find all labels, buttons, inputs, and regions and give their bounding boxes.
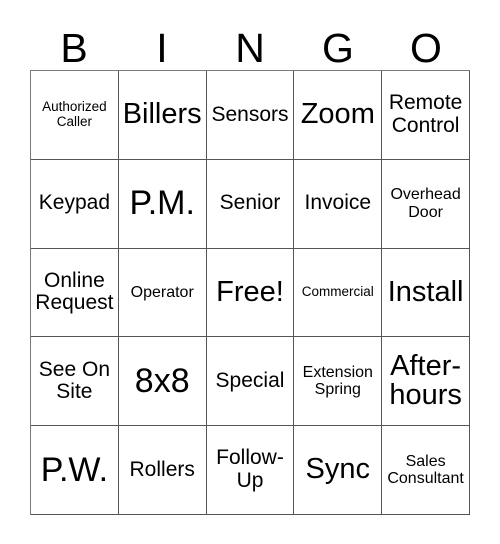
- bingo-cell[interactable]: 8x8: [118, 337, 207, 427]
- bingo-cell[interactable]: See On Site: [31, 337, 119, 427]
- bingo-cell-label: P.W.: [40, 450, 109, 489]
- bingo-cell[interactable]: Sensors: [206, 71, 295, 160]
- bingo-cell[interactable]: Extension Spring: [294, 337, 383, 427]
- bingo-cell[interactable]: Install: [382, 248, 470, 338]
- bingo-cell[interactable]: After-hours: [382, 337, 470, 427]
- bingo-cell[interactable]: P.M.: [118, 159, 207, 249]
- bingo-cell[interactable]: Commercial: [294, 248, 383, 338]
- bingo-cell-label: Follow-Up: [216, 446, 284, 493]
- bingo-cell-label: Rollers: [129, 457, 195, 481]
- bingo-cell-label: See On Site: [38, 357, 110, 404]
- bingo-cell-label: Zoom: [300, 98, 375, 131]
- bingo-header-letter-g: G: [322, 25, 354, 71]
- bingo-cell[interactable]: Follow-Up: [206, 426, 295, 515]
- bingo-cell-label: Online Request: [35, 268, 114, 315]
- bingo-cell-label: After-hours: [389, 349, 462, 412]
- bingo-cell[interactable]: Overhead Door: [382, 159, 470, 249]
- bingo-cell-label: Remote Control: [388, 91, 463, 137]
- bingo-cell[interactable]: Authorized Caller: [31, 71, 119, 160]
- bingo-cell[interactable]: Invoice: [294, 159, 383, 249]
- bingo-cell-label: Extension Spring: [302, 364, 373, 399]
- bingo-cell[interactable]: Remote Control: [382, 71, 470, 160]
- bingo-cell-label: Install: [387, 275, 464, 308]
- bingo-cell-label: Invoice: [304, 191, 372, 215]
- bingo-cell-label: Billers: [122, 98, 202, 131]
- bingo-cell[interactable]: Rollers: [118, 426, 207, 515]
- bingo-cell[interactable]: Billers: [118, 71, 207, 160]
- bingo-cell[interactable]: Sales Consultant: [382, 426, 470, 515]
- bingo-cell-label: 8x8: [134, 361, 190, 400]
- bingo-cell[interactable]: Senior: [206, 159, 295, 249]
- bingo-card: B I N G O Authorized Caller Billers Sens…: [30, 14, 470, 516]
- bingo-cell-label: Overhead Door: [390, 186, 461, 221]
- bingo-cell-label: Sync: [305, 453, 371, 486]
- bingo-header-letter-n: N: [235, 25, 265, 71]
- bingo-cell[interactable]: P.W.: [31, 426, 119, 515]
- bingo-cell-free-space[interactable]: Free!: [206, 248, 295, 338]
- bingo-cell-label: Sales Consultant: [387, 452, 464, 488]
- bingo-header-letter-b: B: [60, 25, 88, 71]
- bingo-header-letter-o: O: [410, 25, 442, 71]
- bingo-cell[interactable]: Zoom: [294, 71, 383, 160]
- bingo-header-row: B I N G O: [30, 14, 470, 70]
- bingo-cell-label: Sensors: [211, 102, 289, 126]
- bingo-cell-label: Keypad: [38, 191, 111, 215]
- bingo-cell[interactable]: Special: [206, 337, 295, 427]
- bingo-cell[interactable]: Online Request: [31, 248, 119, 338]
- bingo-grid: Authorized Caller Billers Sensors Zoom R…: [30, 70, 470, 515]
- bingo-cell[interactable]: Sync: [294, 426, 383, 515]
- bingo-cell-label: Operator: [130, 283, 194, 301]
- bingo-cell-label: Free!: [216, 275, 284, 308]
- bingo-header-letter-i: I: [156, 25, 168, 71]
- bingo-cell-label: Commercial: [301, 284, 374, 300]
- bingo-cell[interactable]: Keypad: [31, 159, 119, 249]
- bingo-cell-label: Authorized Caller: [42, 99, 107, 129]
- bingo-cell[interactable]: Operator: [118, 248, 207, 338]
- bingo-cell-label: Special: [215, 368, 285, 392]
- bingo-cell-label: P.M.: [129, 184, 195, 223]
- bingo-cell-label: Senior: [219, 191, 281, 215]
